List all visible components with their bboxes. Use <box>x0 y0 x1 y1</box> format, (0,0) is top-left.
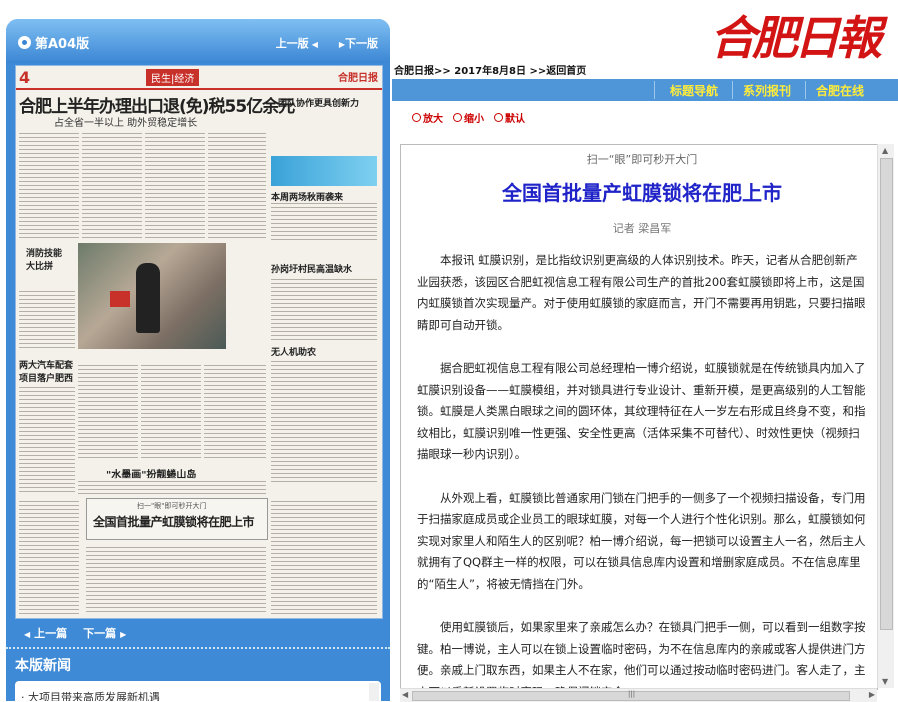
article-paragraph: 从外观上看，虹膜锁比普通家用门锁在门把手的一侧多了一个视频扫描设备，专门用于扫描… <box>417 490 866 591</box>
scroll-down-icon[interactable]: ▼ <box>882 677 888 686</box>
grip-icon: ||| <box>628 690 636 698</box>
page-subhead: 占全省一半以上 助外贸稳定增长 <box>54 118 198 129</box>
nav-divider <box>654 81 655 99</box>
text-column <box>204 362 266 460</box>
zoom-default-icon <box>494 113 503 122</box>
article-pager: ◀ 上一篇 下一篇 ▶ <box>24 625 130 641</box>
zoom-out-button[interactable]: 缩小 <box>453 110 484 125</box>
nav-online[interactable]: 合肥在线 <box>816 82 864 99</box>
page-headline-a[interactable]: 本周两场秋雨袭来 <box>271 190 343 203</box>
current-article-box[interactable]: 扫一"眼"即可秒开大门 全国首批量产虹膜锁将在肥上市 <box>86 498 268 540</box>
text-column <box>78 478 266 494</box>
page-photo[interactable] <box>78 243 226 349</box>
zoom-tools: 放大 缩小 默认 <box>412 110 525 125</box>
article-title: 全国首批量产虹膜锁将在肥上市 <box>502 181 782 205</box>
page-headline-b[interactable]: 孙岗圩村民高温缺水 <box>271 262 352 275</box>
newspaper-page-thumbnail[interactable]: 4 民生|经济 合肥日报 合肥上半年办理出口退(免)税55亿余元 占全省一半以上… <box>15 65 383 619</box>
photo-flag <box>110 291 130 307</box>
text-column <box>271 200 377 240</box>
article-paragraph: 据合肥虹视信息工程有限公司总经理柏一博介绍说，虹膜锁就是在传统锁具内加入了虹膜识… <box>417 361 866 461</box>
next-article-link[interactable]: 下一篇 ▶ <box>83 625 130 641</box>
article-frame: 扫一“眼”即可秒开大门 全国首批量产虹膜锁将在肥上市 记者 梁昌军 本报讯 虹膜… <box>400 144 878 690</box>
text-column <box>271 276 377 340</box>
text-column <box>19 384 75 492</box>
article-paragraph: 本报讯 虹膜识别，是比指纹识别更高级的人体识别技术。昨天，记者从合肥创新产业园获… <box>417 253 866 332</box>
article-author: 记者 梁昌军 <box>612 222 672 235</box>
zoom-default-button[interactable]: 默认 <box>494 110 525 125</box>
text-column <box>141 362 201 460</box>
text-column <box>19 498 79 614</box>
text-column <box>86 544 266 614</box>
scroll-thumb[interactable] <box>880 158 893 630</box>
page-logo: 合肥日报 <box>338 73 378 84</box>
prev-edition-link[interactable]: 上一版 ◀ <box>276 35 318 51</box>
prev-article-link[interactable]: ◀ 上一篇 <box>24 625 67 641</box>
text-column <box>271 358 377 482</box>
page-headline-c[interactable]: 消防技能大比拼 <box>26 246 66 272</box>
page-number: 4 <box>19 68 31 87</box>
left-arrow-icon: ◀ <box>311 40 318 49</box>
divider <box>6 647 390 651</box>
section-news-list: · 大项目带来高质发展新机遇 <box>15 681 381 701</box>
next-edition-link[interactable]: ▶下一版 <box>336 35 378 51</box>
page-side-headline[interactable]: 团队协作更具创新力 <box>278 96 359 109</box>
edition-name: 第A04版 <box>35 37 90 52</box>
nav-divider <box>732 81 733 99</box>
news-scrollbar[interactable] <box>369 683 379 701</box>
article-horizontal-scrollbar[interactable]: ◀ ||| ▶ <box>400 688 877 702</box>
article-content: 扫一“眼”即可秒开大门 全国首批量产虹膜锁将在肥上市 记者 梁昌军 本报讯 虹膜… <box>417 145 867 689</box>
text-column <box>19 130 79 240</box>
article-vertical-scrollbar[interactable]: ▲ ▼ <box>877 144 894 688</box>
text-column <box>145 130 205 240</box>
page-section: 民生|经济 <box>146 69 200 86</box>
edition-panel: 第A04版 上一版 ◀ ▶下一版 4 民生|经济 合肥日报 合肥上半年办理出口退(… <box>6 19 390 701</box>
text-column <box>82 130 142 240</box>
edition-pager: 上一版 ◀ ▶下一版 <box>276 35 378 51</box>
box-title: 全国首批量产虹膜锁将在肥上市 <box>93 515 255 529</box>
page-headline-e[interactable]: 无人机助农 <box>271 345 316 358</box>
right-triangle-icon: ▶ <box>120 630 127 639</box>
text-column <box>78 362 138 460</box>
section-news-title: 本版新闻 <box>15 658 71 674</box>
text-column <box>271 498 377 614</box>
breadcrumb[interactable]: 合肥日报>> 2017年8月8日 >>返回首页 <box>394 62 586 77</box>
nav-divider <box>805 81 806 99</box>
ad-image <box>271 156 377 186</box>
nav-series[interactable]: 系列报刊 <box>743 82 791 99</box>
photo-person <box>136 263 160 333</box>
nav-bar: 标题导航 系列报刊 合肥在线 <box>392 79 898 101</box>
article-kicker: 扫一“眼”即可秒开大门 <box>586 153 698 166</box>
scroll-up-icon[interactable]: ▲ <box>882 146 888 155</box>
text-column <box>19 288 75 348</box>
page-headline-d[interactable]: 两大汽车配套项目落户肥西 <box>19 358 75 384</box>
scroll-right-icon[interactable]: ▶ <box>869 690 875 699</box>
masthead-logo[interactable]: 合肥日報 <box>700 0 898 65</box>
left-triangle-icon: ◀ <box>24 630 31 639</box>
edition-label: 第A04版 <box>18 33 89 52</box>
nav-title-navigation[interactable]: 标题导航 <box>670 82 718 99</box>
masthead-text: 合肥日報 <box>710 11 882 65</box>
article-paragraph: 使用虹膜锁后，如果家里来了亲戚怎么办？在锁具门把手一侧，可以看到一组数字按键。柏… <box>417 620 866 689</box>
zoom-in-button[interactable]: 放大 <box>412 110 443 125</box>
zoom-out-icon <box>453 113 462 122</box>
edition-icon <box>18 36 31 49</box>
zoom-in-icon <box>412 113 421 122</box>
scroll-left-icon[interactable]: ◀ <box>402 690 408 699</box>
news-item[interactable]: · 大项目带来高质发展新机遇 <box>21 689 160 701</box>
text-column <box>208 130 266 240</box>
box-kicker: 扫一"眼"即可秒开大门 <box>137 502 207 510</box>
